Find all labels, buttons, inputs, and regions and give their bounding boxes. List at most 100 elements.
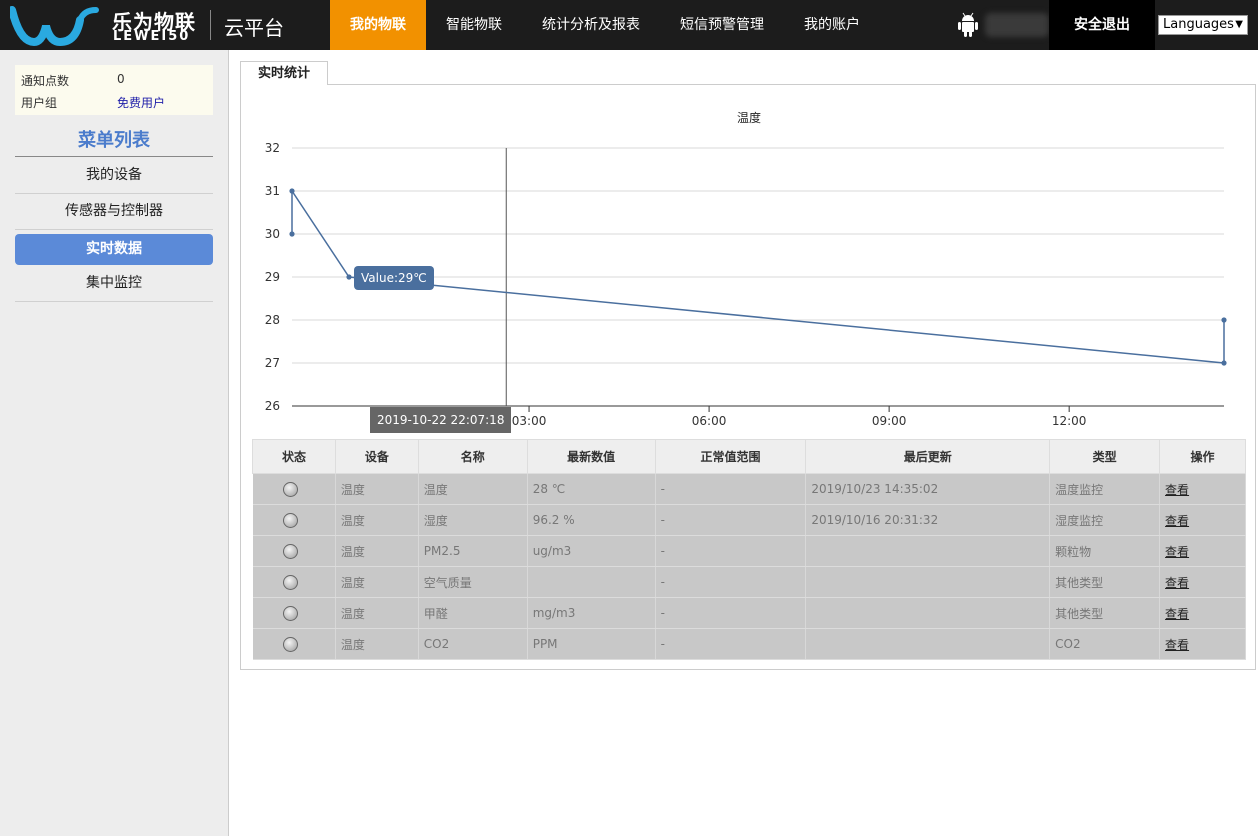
table-row: 温度 甲醛 mg/m3- 其他类型 查看: [252, 597, 1246, 629]
platform-title: 云平台: [224, 16, 284, 40]
cell-range: -: [655, 597, 807, 629]
y-tick-label: 30: [265, 227, 280, 241]
status-indicator-icon: [283, 574, 299, 590]
sidebar-item-central-monitoring[interactable]: 集中监控: [15, 266, 213, 302]
col-action: 操作: [1159, 439, 1246, 474]
cell-type: 颗粒物: [1049, 535, 1161, 567]
col-status: 状态: [252, 439, 336, 474]
notify-count-value: 0: [117, 72, 125, 86]
table-row: 温度 CO2 PPM - CO2 查看: [252, 628, 1246, 660]
view-link[interactable]: 查看: [1165, 483, 1189, 497]
tab-realtime-stats[interactable]: 实时统计: [240, 61, 328, 85]
cell-value: 96.2 %: [527, 504, 656, 536]
x-tick-label: 03:00: [512, 414, 547, 428]
cell-action: 查看: [1159, 473, 1246, 505]
menu-title: 菜单列表: [15, 126, 213, 157]
cell-device: 温度: [335, 628, 419, 660]
android-icon[interactable]: [958, 12, 978, 38]
username-obscured: [985, 13, 1049, 37]
cell-value: mg/m3: [527, 597, 656, 629]
nav-my-iot[interactable]: 我的物联: [330, 0, 426, 50]
cell-name: PM2.5: [418, 535, 528, 567]
user-group-value[interactable]: 免费用户: [117, 94, 165, 111]
cell-action: 查看: [1159, 566, 1246, 598]
col-name: 名称: [417, 439, 528, 474]
notify-count-label: 通知点数: [21, 74, 70, 88]
y-tick-label: 27: [265, 356, 280, 370]
view-link[interactable]: 查看: [1165, 514, 1189, 528]
status-indicator-icon: [283, 512, 299, 528]
data-point: [289, 188, 295, 194]
cell-action: 查看: [1159, 628, 1246, 660]
cell-range: -: [655, 628, 807, 660]
data-point: [289, 231, 295, 237]
cell-action: 查看: [1159, 535, 1246, 567]
sidebar-item-my-devices[interactable]: 我的设备: [15, 158, 213, 194]
cell-value: [527, 566, 656, 598]
cell-updated: 2019/10/23 14:35:02: [805, 473, 1051, 505]
status-indicator-icon: [283, 481, 299, 497]
cell-range: -: [655, 504, 807, 536]
language-select[interactable]: Languages ▼: [1158, 15, 1248, 35]
col-type: 类型: [1049, 439, 1161, 474]
temperature-chart: 温度 26 27 28 29 30 31 32 03:00 06:00 09:00 12:00: [265, 110, 1227, 428]
nav-my-account[interactable]: 我的账户: [784, 0, 880, 50]
cell-name: CO2: [418, 628, 528, 660]
cell-status: [252, 504, 336, 536]
language-select-label: Languages: [1163, 17, 1234, 32]
logout-button[interactable]: 安全退出: [1049, 0, 1155, 50]
table-header-row: 状态 设备 名称 最新数值 正常值范围 最后更新 类型 操作: [252, 439, 1246, 474]
user-group-label: 用户组: [21, 96, 58, 110]
nav-smart-iot[interactable]: 智能物联: [426, 0, 522, 50]
data-point: [1221, 317, 1227, 323]
x-tick-label: 06:00: [692, 414, 727, 428]
crosshair-time-label: 2019-10-22 22:07:18: [370, 407, 512, 433]
y-tick-label: 31: [265, 184, 280, 198]
cell-device: 温度: [335, 473, 419, 505]
sidebar-item-realtime-data[interactable]: 实时数据: [15, 234, 213, 265]
table-row: 温度 温度 28 ℃ -2019/10/23 14:35:02 温度监控 查看: [252, 473, 1246, 505]
col-latest-value: 最新数值: [526, 439, 656, 474]
status-indicator-icon: [283, 636, 299, 652]
col-device: 设备: [334, 439, 419, 474]
cell-device: 温度: [335, 597, 419, 629]
cell-device: 温度: [335, 566, 419, 598]
cell-value: ug/m3: [527, 535, 656, 567]
cell-value: 28 ℃: [527, 473, 656, 505]
cell-device: 温度: [335, 504, 419, 536]
realtime-stats-panel: 温度 26 27 28 29 30 31 32 03:00 06:00 09:00 12:00 Va…: [240, 84, 1256, 670]
cell-action: 查看: [1159, 504, 1246, 536]
view-link[interactable]: 查看: [1165, 576, 1189, 590]
nav-sms-alerts[interactable]: 短信预警管理: [660, 0, 784, 50]
sidebar: 通知点数 0 用户组 免费用户 菜单列表 我的设备 传感器与控制器 实时数据 集…: [0, 50, 229, 836]
cell-range: -: [655, 535, 807, 567]
cell-value: PPM: [527, 628, 656, 660]
table-row: 温度 湿度 96.2 % -2019/10/16 20:31:32 湿度监控 查看: [252, 504, 1246, 536]
top-header: 乐为物联 LEWEI50 云平台 我的物联 智能物联 统计分析及报表 短信预警管…: [0, 0, 1258, 50]
cell-status: [252, 535, 336, 567]
data-point: [1221, 360, 1227, 366]
cell-name: 温度: [418, 473, 528, 505]
cell-type: 其他类型: [1049, 597, 1161, 629]
cell-name: 湿度: [418, 504, 528, 536]
leweiso-logo-icon[interactable]: [10, 6, 104, 46]
cell-range: -: [655, 566, 807, 598]
cell-updated: [805, 597, 1051, 629]
logo-english-text: LEWEI50: [113, 29, 191, 44]
y-tick-label: 29: [265, 270, 280, 284]
cell-updated: 2019/10/16 20:31:32: [805, 504, 1051, 536]
data-point: [346, 274, 352, 280]
cell-range: -: [655, 473, 807, 505]
logo-divider: [210, 10, 211, 40]
status-indicator-icon: [283, 605, 299, 621]
chevron-down-icon: ▼: [1235, 19, 1243, 30]
y-tick-label: 28: [265, 313, 280, 327]
view-link[interactable]: 查看: [1165, 545, 1189, 559]
sidebar-item-sensors-controllers[interactable]: 传感器与控制器: [15, 194, 213, 230]
nav-statistics-reports[interactable]: 统计分析及报表: [522, 0, 660, 50]
sensor-table: 状态 设备 名称 最新数值 正常值范围 最后更新 类型 操作 温度 温度 28 ℃ -…: [252, 439, 1246, 660]
cell-action: 查看: [1159, 597, 1246, 629]
view-link[interactable]: 查看: [1165, 607, 1189, 621]
cell-updated: [805, 535, 1051, 567]
view-link[interactable]: 查看: [1165, 638, 1189, 652]
